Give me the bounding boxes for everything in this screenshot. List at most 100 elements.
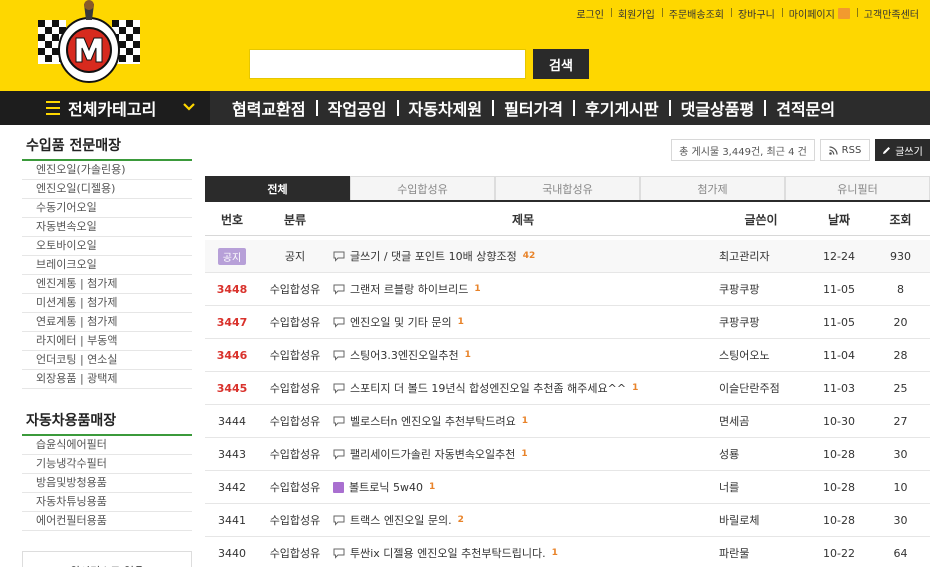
- sidebar-item[interactable]: 브레이크오일: [22, 256, 192, 275]
- row-author[interactable]: 면세곰: [715, 405, 807, 437]
- sidebar-item[interactable]: 방음및방청용품: [22, 474, 192, 493]
- row-author[interactable]: 쿠팡쿠팡: [715, 306, 807, 338]
- row-views: 30: [893, 447, 908, 461]
- nav-items: 협력교환점 작업공임 자동차제원 필터가격 후기게시판 댓글상품평 견적문의: [232, 91, 835, 125]
- site-logo[interactable]: [34, 0, 144, 90]
- row-title-cell[interactable]: 스포티지 더 볼드 19년식 합성엔진오일 추천좀 해주세요^^ 1: [331, 372, 715, 404]
- signup-link[interactable]: 회원가입: [610, 6, 662, 21]
- sidebar-item[interactable]: 습윤식에어필터: [22, 436, 192, 455]
- nav-item-comment-reviews[interactable]: 댓글상품평: [681, 96, 755, 120]
- table-row: 3445 수입합성유 스포티지 더 볼드 19년식 합성엔진오일 추천좀 해주세…: [205, 372, 930, 405]
- sidebar-section-title: 자동차용품매장: [22, 401, 192, 436]
- column-date[interactable]: 날짜: [807, 204, 871, 235]
- row-title-cell[interactable]: 엔진오일 및 기타 문의 1: [331, 306, 715, 338]
- row-title[interactable]: 벨로스터n 엔진오일 추천부탁드려요: [350, 413, 516, 429]
- row-title-cell[interactable]: 글쓰기 / 댓글 포인트 10배 상향조정 42: [331, 240, 715, 272]
- nav-divider: [396, 100, 399, 116]
- comment-count: 1: [474, 284, 481, 294]
- sidebar-item[interactable]: 미션계통 | 첨가제: [22, 294, 192, 313]
- row-views: 10: [893, 480, 908, 494]
- tab-imported-synthetic[interactable]: 수입합성유: [350, 176, 495, 200]
- sidebar-item[interactable]: 수동기어오일: [22, 199, 192, 218]
- rss-icon: [828, 145, 838, 155]
- nav-item-quote-inquiry[interactable]: 견적문의: [776, 96, 835, 120]
- row-title[interactable]: 엔진오일 및 기타 문의: [350, 314, 452, 330]
- row-title-cell[interactable]: 그랜저 르블랑 하이브리드 1: [331, 273, 715, 305]
- row-title-cell[interactable]: 볼트로닉 5w40 1: [331, 471, 715, 503]
- comment-count: 2: [457, 515, 464, 525]
- row-title-cell[interactable]: 팰리세이드가솔린 자동변속오일추천 1: [331, 438, 715, 470]
- row-title[interactable]: 스포티지 더 볼드 19년식 합성엔진오일 추천좀 해주세요^^: [350, 380, 626, 396]
- row-title-cell[interactable]: 투싼ix 디젤용 엔진오일 추천부탁드립니다. 1: [331, 537, 715, 567]
- sidebar-item[interactable]: 엔진오일(가솔린용): [22, 161, 192, 180]
- row-number: 3441: [218, 513, 246, 527]
- row-author[interactable]: 쿠팡쿠팡: [715, 273, 807, 305]
- customer-center-link[interactable]: 고객만족센터: [856, 6, 926, 21]
- mypage-icon: [837, 8, 850, 19]
- column-views[interactable]: 조회: [871, 204, 930, 235]
- row-author[interactable]: 이슬단란주점: [715, 372, 807, 404]
- row-views: 30: [893, 513, 908, 527]
- nav-item-reviews[interactable]: 후기게시판: [585, 96, 659, 120]
- all-categories-button[interactable]: 전체카테고리: [0, 91, 210, 125]
- login-link[interactable]: 로그인: [569, 6, 611, 21]
- row-author[interactable]: 성룡: [715, 438, 807, 470]
- sidebar-item[interactable]: 자동차튜닝용품: [22, 493, 192, 512]
- row-author[interactable]: 파란물: [715, 537, 807, 567]
- comment-icon: [333, 383, 345, 394]
- nav-item-car-specs[interactable]: 자동차제원: [409, 96, 483, 120]
- row-title[interactable]: 트랙스 엔진오일 문의.: [350, 512, 452, 528]
- sidebar-item[interactable]: 외장용품 | 광택제: [22, 370, 192, 389]
- tab-additives[interactable]: 첨가제: [640, 176, 785, 200]
- nav-item-filter-price[interactable]: 필터가격: [504, 96, 563, 120]
- row-author[interactable]: 최고관리자: [715, 240, 807, 272]
- chevron-down-icon: [183, 103, 195, 111]
- row-views: 930: [890, 249, 911, 263]
- row-author[interactable]: 바릴로체: [715, 504, 807, 536]
- row-title[interactable]: 글쓰기 / 댓글 포인트 10배 상향조정: [350, 248, 517, 264]
- sidebar-item[interactable]: 자동변속오일: [22, 218, 192, 237]
- tab-all[interactable]: 전체: [205, 176, 350, 200]
- sidebar-item[interactable]: 기능냉각수필터: [22, 455, 192, 474]
- tab-uni-filter[interactable]: 유니필터: [785, 176, 930, 200]
- write-button[interactable]: 글쓰기: [875, 139, 930, 161]
- nav-item-labor-cost[interactable]: 작업공임: [328, 96, 387, 120]
- search-button[interactable]: 검색: [533, 49, 589, 79]
- mypage-link[interactable]: 마이페이지: [781, 6, 857, 21]
- column-title: 제목: [511, 213, 535, 227]
- row-title[interactable]: 그랜저 르블랑 하이브리드: [350, 281, 468, 297]
- nav-item-partner-shop[interactable]: 협력교환점: [232, 96, 306, 120]
- rss-button[interactable]: RSS: [820, 139, 870, 161]
- row-title[interactable]: 볼트로닉 5w40: [349, 479, 423, 495]
- sidebar-item[interactable]: 오토바이오일: [22, 237, 192, 256]
- cart-link[interactable]: 장바구니: [730, 6, 782, 21]
- all-categories-label: 전체카테고리: [68, 100, 157, 119]
- table-row: 공지 공지 글쓰기 / 댓글 포인트 10배 상향조정 42 최고관리자 12-…: [205, 240, 930, 273]
- row-title[interactable]: 투싼ix 디젤용 엔진오일 추천부탁드립니다.: [350, 545, 546, 561]
- row-category: 수입합성유: [269, 415, 321, 428]
- nav-divider: [573, 100, 575, 116]
- row-title[interactable]: 스팅어3.3엔진오일추천: [350, 347, 459, 363]
- sidebar-item[interactable]: 언더코팅 | 연소실: [22, 351, 192, 370]
- sidebar-item[interactable]: 엔진오일(디젤용): [22, 180, 192, 199]
- sidebar-item[interactable]: 에어컨필터용품: [22, 512, 192, 531]
- row-number: 3444: [218, 414, 246, 428]
- table-row: 3447 수입합성유 엔진오일 및 기타 문의 1 쿠팡쿠팡 11-05 20: [205, 306, 930, 339]
- row-title-cell[interactable]: 스팅어3.3엔진오일추천 1: [331, 339, 715, 371]
- row-author[interactable]: 스팅어오노: [715, 339, 807, 371]
- comment-icon: [333, 317, 345, 328]
- row-title[interactable]: 팰리세이드가솔린 자동변속오일추천: [350, 446, 515, 462]
- row-title-cell[interactable]: 트랙스 엔진오일 문의. 2: [331, 504, 715, 536]
- tab-domestic-synthetic[interactable]: 국내합성유: [495, 176, 640, 200]
- search-input[interactable]: [249, 49, 526, 79]
- order-tracking-link[interactable]: 주문배송조회: [661, 6, 731, 21]
- column-author[interactable]: 글쓴이: [715, 204, 807, 235]
- row-author[interactable]: 너를: [715, 471, 807, 503]
- table-row: 3443 수입합성유 팰리세이드가솔린 자동변속오일추천 1 성룡 10-28 …: [205, 438, 930, 471]
- sidebar-item[interactable]: 엔진계통 | 첨가제: [22, 275, 192, 294]
- row-title-cell[interactable]: 벨로스터n 엔진오일 추천부탁드려요 1: [331, 405, 715, 437]
- comment-icon: [333, 548, 345, 559]
- sidebar-item[interactable]: 연료계통 | 첨가제: [22, 313, 192, 332]
- row-views: 8: [897, 282, 904, 296]
- sidebar-item[interactable]: 라지에터 | 부동액: [22, 332, 192, 351]
